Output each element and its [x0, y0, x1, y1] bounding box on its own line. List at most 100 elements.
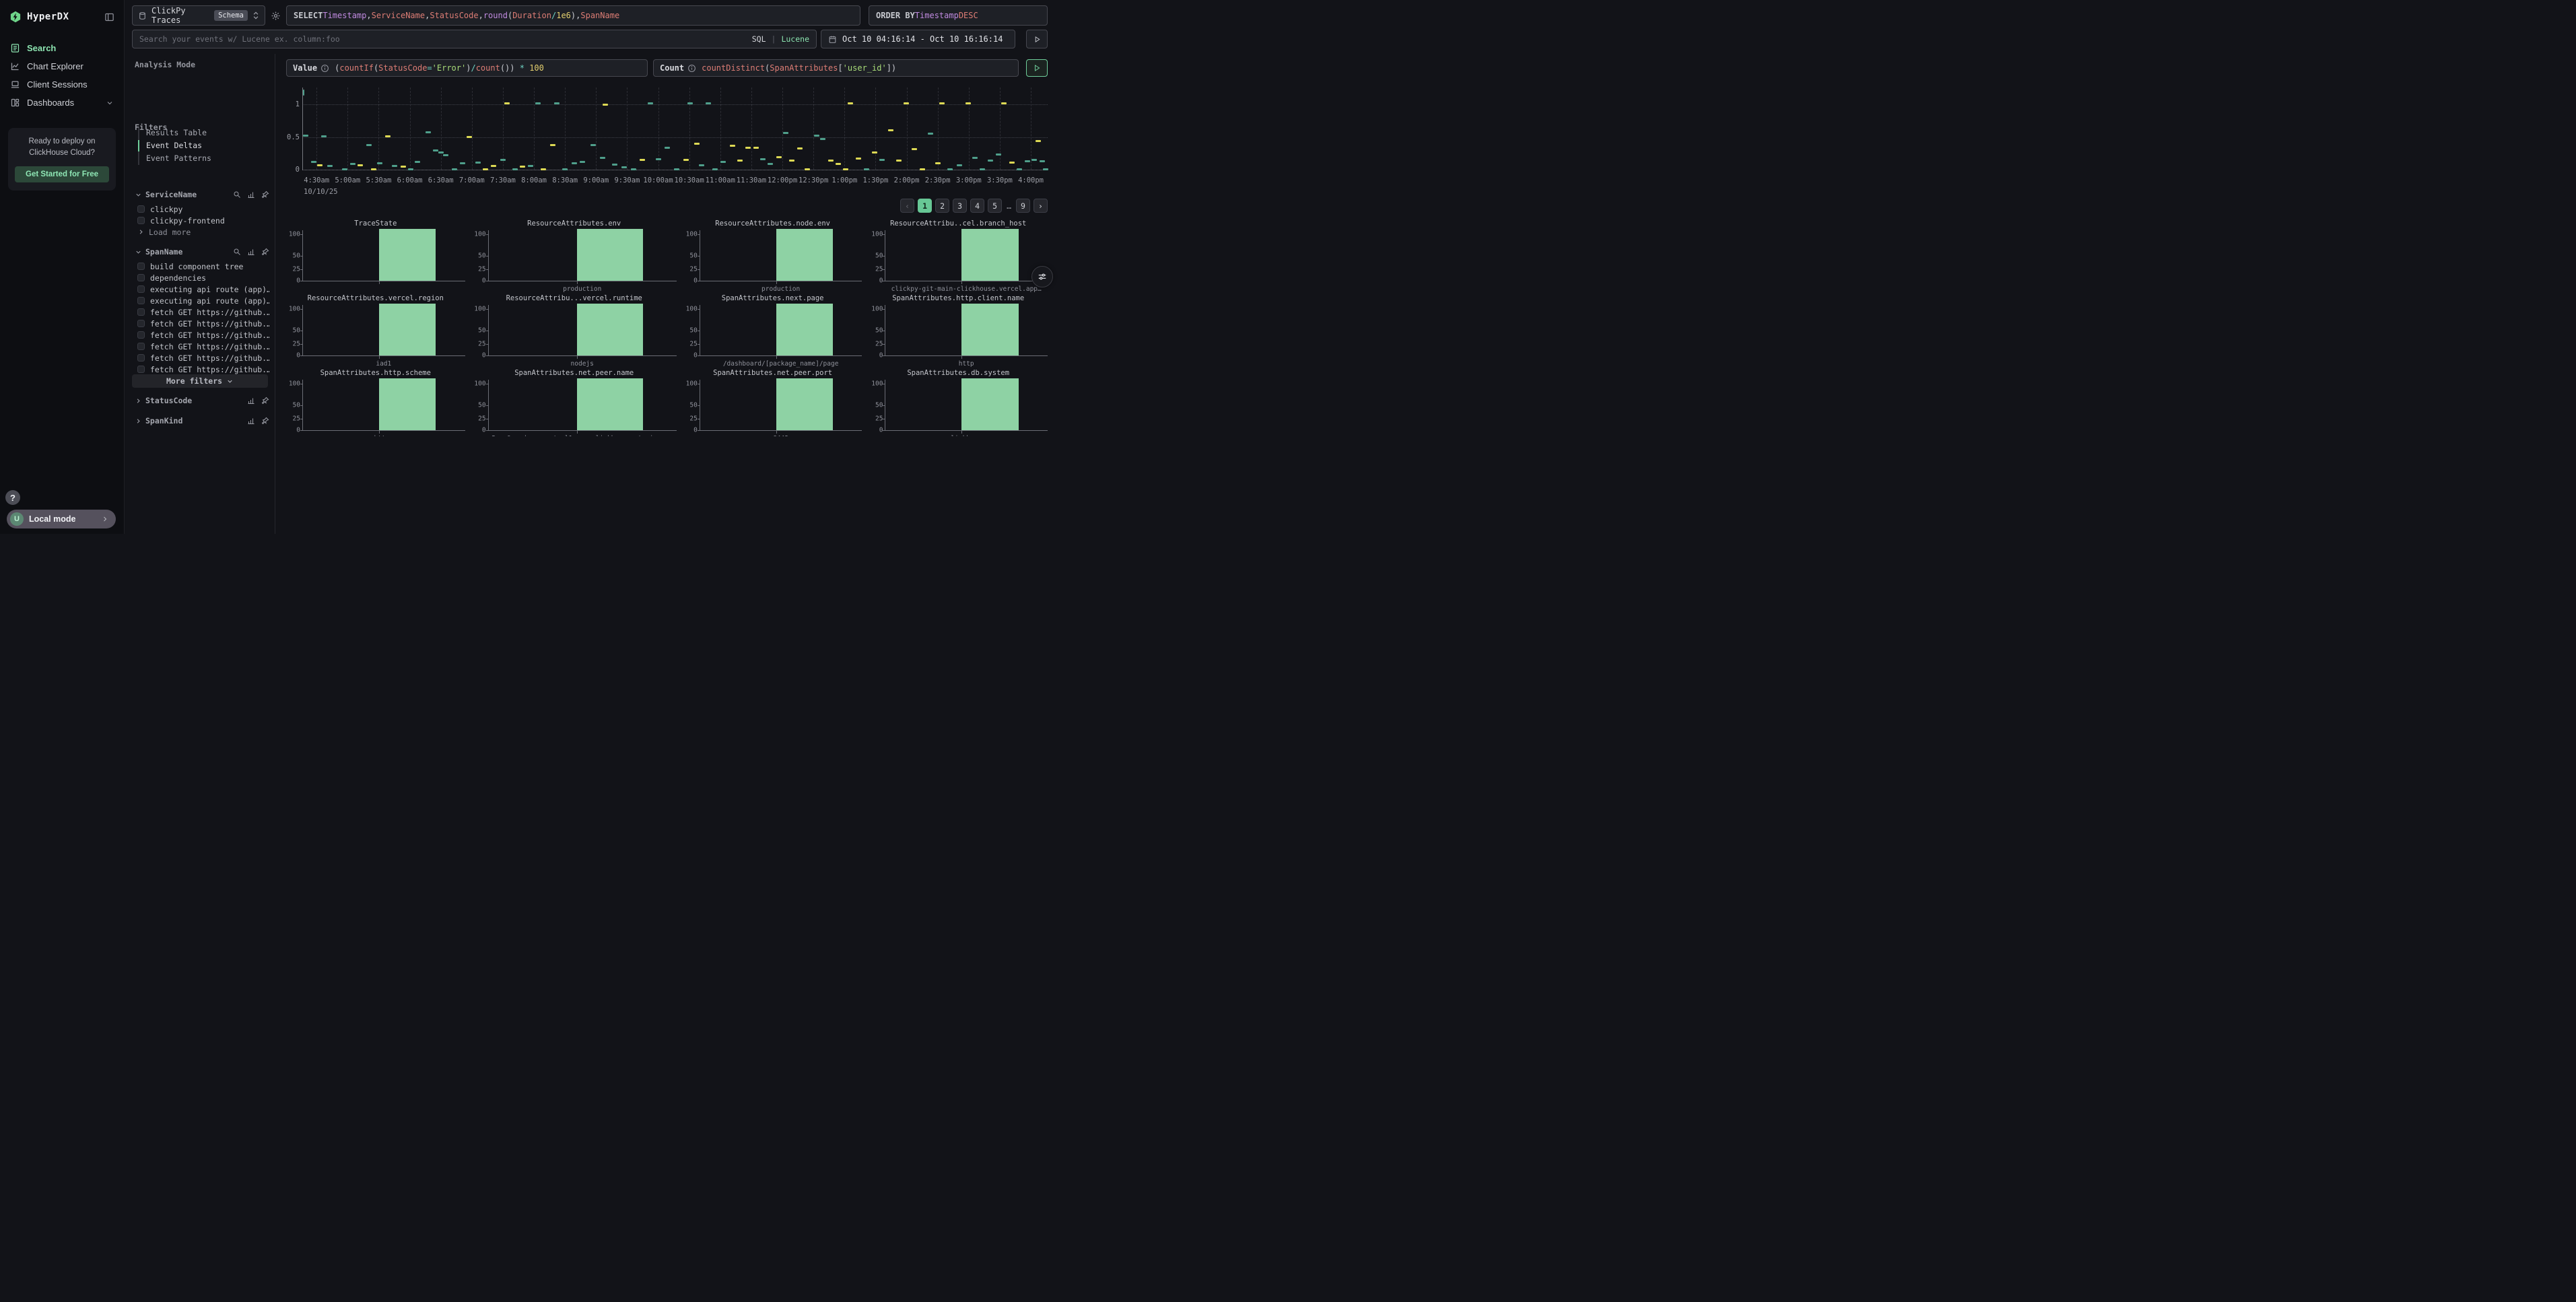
- attribute-chart-plot[interactable]: [885, 305, 1048, 356]
- filter-group-header-spankind[interactable]: SpanKind: [135, 415, 269, 427]
- filter-option[interactable]: executing api route (app)…: [135, 283, 269, 295]
- bar-chart-icon[interactable]: [247, 417, 255, 425]
- filter-group-header-spanname[interactable]: SpanName: [135, 246, 269, 258]
- filter-option[interactable]: fetch GET https://github.…: [135, 306, 269, 318]
- database-icon: [138, 11, 147, 20]
- pin-icon[interactable]: [261, 191, 269, 199]
- attribute-chart-category: iad1: [302, 360, 465, 368]
- gear-icon[interactable]: [271, 11, 281, 21]
- x-axis-tick-label: 11:30am: [737, 176, 766, 184]
- sidebar-nav: Search Chart Explorer Client Sessions Da…: [0, 39, 124, 112]
- pagination-next[interactable]: ›: [1033, 199, 1048, 213]
- x-axis-tick-label: 7:30am: [490, 176, 516, 184]
- checkbox[interactable]: [137, 205, 145, 213]
- checkbox[interactable]: [137, 308, 145, 316]
- filter-option[interactable]: fetch GET https://github.…: [135, 341, 269, 352]
- attribute-chart-plot[interactable]: [488, 380, 677, 431]
- checkbox[interactable]: [137, 366, 145, 373]
- checkbox[interactable]: [137, 320, 145, 327]
- pagination-prev[interactable]: ‹: [900, 199, 914, 213]
- help-button[interactable]: ?: [5, 490, 20, 505]
- pagination-page-3[interactable]: 3: [953, 199, 967, 213]
- time-range-picker[interactable]: Oct 10 04:16:14 - Oct 10 16:16:14: [821, 30, 1015, 48]
- filter-group-name: SpanName: [145, 247, 230, 256]
- search-icon[interactable]: [233, 191, 241, 199]
- y-tick-mark: [300, 430, 303, 431]
- pin-icon[interactable]: [261, 397, 269, 405]
- count-expression-input[interactable]: Count countDistinct(SpanAttributes['user…: [653, 59, 1019, 77]
- attribute-chart-plot[interactable]: [700, 380, 862, 431]
- filter-group-spanname: SpanName build component treedependencies…: [135, 246, 269, 386]
- bar-chart-icon[interactable]: [247, 191, 255, 199]
- checkbox[interactable]: [137, 274, 145, 281]
- load-more-link[interactable]: Load more: [135, 226, 269, 238]
- checkbox[interactable]: [137, 217, 145, 224]
- sidebar-item-dashboards[interactable]: Dashboards: [0, 94, 124, 112]
- filter-option[interactable]: dependencies: [135, 272, 269, 283]
- bar-chart-icon[interactable]: [247, 248, 255, 256]
- data-mark: [438, 151, 444, 153]
- filter-option[interactable]: fetch GET https://github.…: [135, 329, 269, 341]
- floating-settings-button[interactable]: [1031, 266, 1053, 287]
- attribute-chart-plot[interactable]: [302, 305, 465, 356]
- y-axis-tick-label: 0: [286, 166, 300, 174]
- bar-chart-icon[interactable]: [247, 397, 255, 405]
- attribute-chart-plot[interactable]: [700, 230, 862, 281]
- attribute-chart-plot[interactable]: [488, 305, 677, 356]
- filter-option[interactable]: executing api route (app)…: [135, 295, 269, 306]
- filter-group-header-servicename[interactable]: ServiceName: [135, 189, 269, 201]
- user-menu[interactable]: U Local mode: [7, 510, 116, 528]
- gridline-vertical: [907, 88, 908, 170]
- y-tick-label: 50: [875, 327, 883, 335]
- get-started-button[interactable]: Get Started for Free: [15, 166, 109, 182]
- filter-option[interactable]: build component tree: [135, 261, 269, 272]
- search-icon[interactable]: [233, 248, 241, 256]
- attribute-chart-plot[interactable]: [302, 380, 465, 431]
- filter-option[interactable]: clickpy: [135, 203, 269, 215]
- analysis-mode-option-event-deltas[interactable]: Event Deltas: [139, 139, 211, 152]
- y-tick-label: 100: [474, 306, 485, 313]
- attribute-chart-plot[interactable]: [885, 230, 1048, 281]
- source-select[interactable]: ClickPy Traces Schema: [132, 5, 265, 26]
- filter-option[interactable]: fetch GET https://github.…: [135, 352, 269, 364]
- search-input[interactable]: [139, 34, 747, 44]
- sidebar-item-chart-explorer[interactable]: Chart Explorer: [0, 57, 124, 75]
- pagination-page-1[interactable]: 1: [918, 199, 932, 213]
- filter-option[interactable]: fetch GET https://github.…: [135, 364, 269, 375]
- order-by-editor[interactable]: ORDER BY Timestamp DESC: [869, 5, 1048, 26]
- pagination-page-9[interactable]: 9: [1016, 199, 1030, 213]
- sql-select-editor[interactable]: SELECT Timestamp, ServiceName, StatusCod…: [286, 5, 860, 26]
- sidebar-collapse-icon[interactable]: [104, 12, 114, 22]
- pagination-page-2[interactable]: 2: [935, 199, 949, 213]
- analysis-mode-option-event-patterns[interactable]: Event Patterns: [139, 152, 211, 165]
- apply-run-button[interactable]: [1026, 59, 1048, 77]
- sidebar-item-client-sessions[interactable]: Client Sessions: [0, 75, 124, 94]
- checkbox[interactable]: [137, 331, 145, 339]
- checkbox[interactable]: [137, 343, 145, 350]
- pagination-page-5[interactable]: 5: [988, 199, 1002, 213]
- filter-group-header-statuscode[interactable]: StatusCode: [135, 395, 269, 407]
- checkbox[interactable]: [137, 285, 145, 293]
- mode-lucene-toggle[interactable]: Lucene: [781, 34, 809, 44]
- sidebar-item-search[interactable]: Search: [0, 39, 124, 57]
- mode-sql-toggle[interactable]: SQL: [752, 34, 766, 44]
- filter-option[interactable]: fetch GET https://github.…: [135, 318, 269, 329]
- pin-icon[interactable]: [261, 417, 269, 425]
- search-run-button[interactable]: [1026, 30, 1048, 48]
- pagination-page-4[interactable]: 4: [970, 199, 984, 213]
- data-mark: [980, 168, 985, 170]
- checkbox[interactable]: [137, 354, 145, 362]
- more-filters-button[interactable]: More filters: [132, 374, 268, 388]
- attribute-chart-plot[interactable]: [488, 230, 677, 281]
- attribute-chart-plot[interactable]: [302, 230, 465, 281]
- event-deltas-chart[interactable]: 4:30am5:00am5:30am6:00am6:30am7:00am7:30…: [286, 84, 1048, 197]
- attribute-chart-plot[interactable]: [885, 380, 1048, 431]
- checkbox[interactable]: [137, 297, 145, 304]
- value-expression-input[interactable]: Value (countIf(StatusCode='Error')/count…: [286, 59, 648, 77]
- data-mark: [317, 164, 323, 166]
- checkbox[interactable]: [137, 263, 145, 270]
- pin-icon[interactable]: [261, 248, 269, 256]
- attribute-chart-plot[interactable]: [700, 305, 862, 356]
- filter-option[interactable]: clickpy-frontend: [135, 215, 269, 226]
- filter-group-name: ServiceName: [145, 190, 230, 199]
